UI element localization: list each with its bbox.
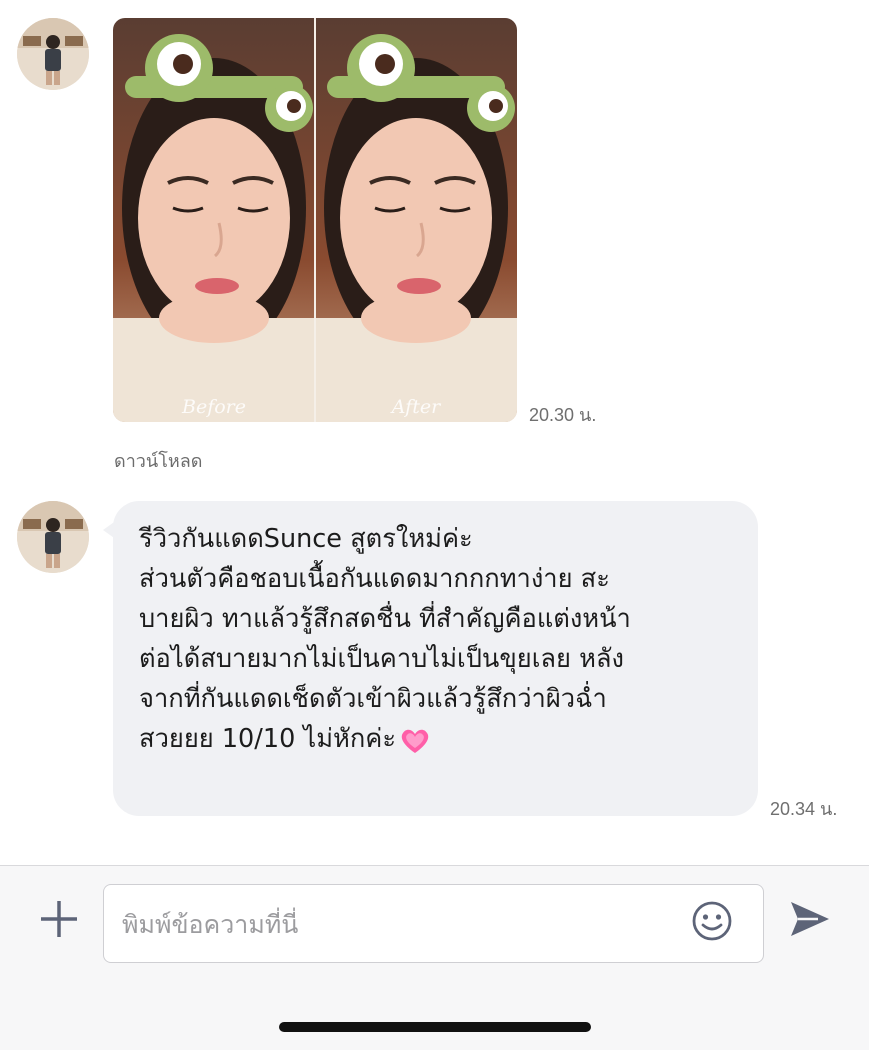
before-label: Before — [181, 396, 246, 418]
message-time: 20.30 น. — [529, 405, 597, 425]
smiley-icon[interactable] — [690, 899, 734, 943]
send-icon[interactable] — [788, 899, 832, 939]
home-indicator — [279, 1022, 591, 1032]
plus-icon[interactable] — [39, 899, 79, 939]
sender-avatar[interactable] — [17, 501, 89, 573]
sender-avatar[interactable] — [17, 18, 89, 90]
message-text: รีวิวกันแดดSunce สูตรใหม่ค่ะ ส่วนตัวคือช… — [139, 524, 631, 754]
message-time: 20.34 น. — [770, 799, 838, 819]
before-after-photo[interactable]: Before After — [113, 18, 517, 422]
pink-heart-icon — [400, 727, 430, 759]
text-message-bubble[interactable]: รีวิวกันแดดSunce สูตรใหม่ค่ะ ส่วนตัวคือช… — [113, 501, 758, 816]
message-input-box[interactable] — [103, 884, 764, 963]
download-link[interactable]: ดาวน์โหลด — [114, 446, 202, 475]
message-input[interactable] — [120, 903, 684, 945]
after-label: After — [391, 396, 441, 418]
